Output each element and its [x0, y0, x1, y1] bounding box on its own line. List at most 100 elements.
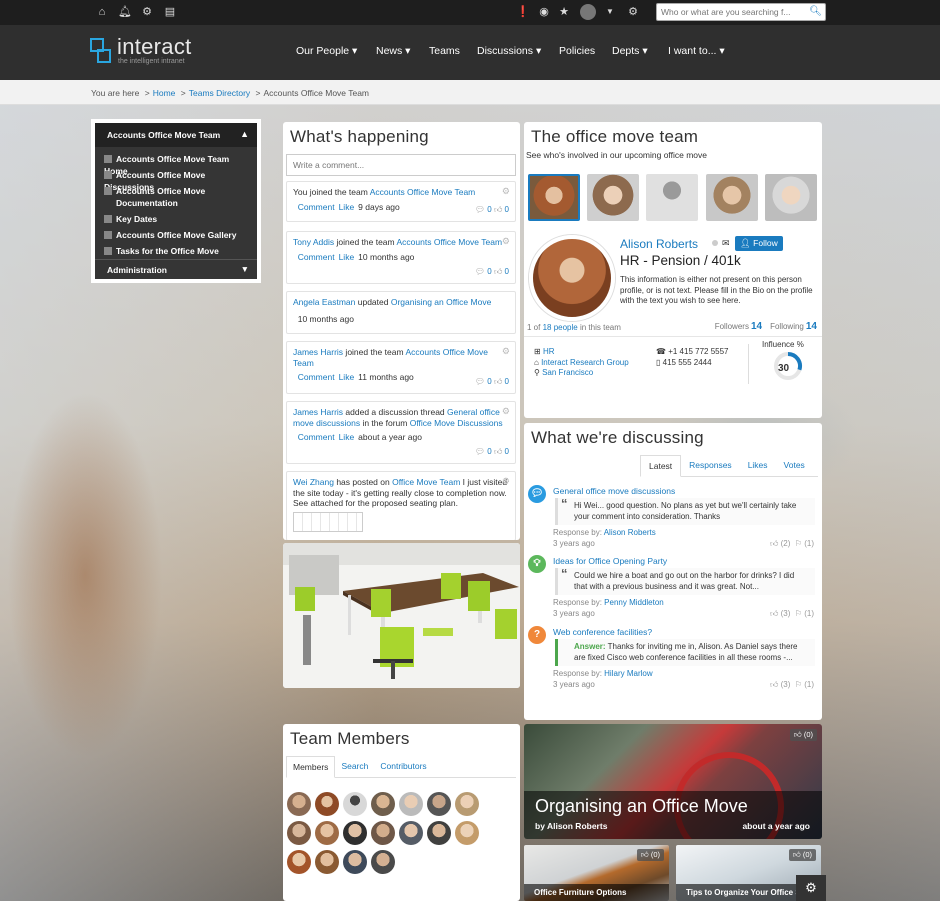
- speech-bubble-icon: [104, 171, 112, 179]
- gear-icon[interactable]: ⚙: [502, 186, 510, 197]
- page-settings-gear-icon[interactable]: ⚙: [796, 875, 826, 901]
- comment-link[interactable]: Comment: [298, 202, 335, 212]
- tab-contributors[interactable]: Contributors: [374, 756, 432, 777]
- avatar[interactable]: [315, 792, 340, 816]
- discussion-title[interactable]: General office move discussions: [553, 486, 675, 496]
- sidebar-administration[interactable]: Administration ▼: [95, 259, 257, 279]
- avatar[interactable]: [455, 821, 480, 845]
- contact-phones: ☎ +1 415 772 5557 ▯ 415 555 2444: [656, 347, 729, 367]
- search-box[interactable]: 🔍︎: [656, 3, 826, 21]
- answer-quote: Answer: Thanks for inviting me in, Aliso…: [555, 639, 815, 666]
- avatar[interactable]: [287, 821, 311, 845]
- like-link[interactable]: Like: [339, 372, 355, 382]
- comment-link[interactable]: Comment: [298, 252, 335, 262]
- like-link[interactable]: Like: [339, 252, 355, 262]
- gear-icon[interactable]: ⚙: [502, 476, 510, 487]
- feature-article-card[interactable]: 👍︎ (0) Organising an Office Move by Alis…: [524, 724, 822, 839]
- profile-avatar[interactable]: [529, 235, 615, 321]
- like-link[interactable]: Like: [339, 432, 355, 442]
- tab-likes[interactable]: Likes: [740, 455, 776, 476]
- avatar[interactable]: [371, 821, 396, 845]
- avatar[interactable]: [287, 792, 311, 816]
- tab-votes[interactable]: Votes: [776, 455, 813, 476]
- discussion-quote: “Hi Wei... good question. No plans as ye…: [555, 497, 815, 525]
- building-icon: ⌂: [534, 357, 539, 367]
- comment-link[interactable]: Comment: [298, 372, 335, 382]
- document-icon[interactable]: ▤: [163, 5, 177, 19]
- nav-policies[interactable]: Policies: [559, 45, 595, 57]
- like-badge[interactable]: 👍︎ (0): [788, 849, 816, 861]
- office-furniture-image[interactable]: [283, 543, 520, 688]
- avatar[interactable]: [343, 850, 368, 874]
- avatar[interactable]: [455, 792, 480, 816]
- feature-title[interactable]: Organising an Office Move: [535, 796, 748, 817]
- team-member-thumbnail[interactable]: [528, 174, 580, 221]
- search-input[interactable]: [657, 4, 802, 20]
- like-badge[interactable]: 👍︎ (0): [636, 849, 664, 861]
- sidebar-item-gallery[interactable]: Accounts Office Move Gallery: [104, 229, 254, 241]
- avatar[interactable]: [343, 821, 368, 845]
- tab-responses[interactable]: Responses: [681, 455, 740, 476]
- home-icon[interactable]: ⌂: [95, 5, 109, 19]
- people-count-link[interactable]: 18 people: [543, 323, 578, 332]
- tab-latest[interactable]: Latest: [640, 455, 682, 477]
- avatar[interactable]: [427, 821, 452, 845]
- calendar-icon: [104, 215, 112, 223]
- avatar[interactable]: [399, 792, 424, 816]
- sidebar-header[interactable]: Accounts Office Move Team ▲: [95, 123, 257, 147]
- chevron-down-icon[interactable]: ▼: [603, 5, 617, 19]
- avatar[interactable]: [427, 792, 452, 816]
- team-member-thumbnail[interactable]: [706, 174, 758, 221]
- sidebar-item-key-dates[interactable]: Key Dates: [104, 213, 254, 225]
- nav-teams[interactable]: Teams: [429, 45, 460, 57]
- discussion-title[interactable]: Web conference facilities?: [553, 627, 652, 637]
- avatar[interactable]: [315, 821, 340, 845]
- gear-icon[interactable]: ⚙: [502, 406, 510, 417]
- gear-icon[interactable]: ⚙: [502, 346, 510, 357]
- nav-our-people[interactable]: Our People ▾: [296, 45, 357, 57]
- team-member-thumbnail[interactable]: [587, 174, 639, 221]
- article-card[interactable]: 👍︎ (0) Office Furniture Options: [524, 845, 669, 901]
- seating-plan-thumbnail[interactable]: [293, 511, 363, 532]
- comment-input[interactable]: Write a comment...: [286, 154, 516, 176]
- team-member-thumbnail[interactable]: [765, 174, 817, 221]
- avatar[interactable]: [399, 821, 424, 845]
- user-avatar[interactable]: [580, 4, 596, 20]
- breadcrumb-home[interactable]: Home: [153, 88, 176, 98]
- avatar[interactable]: [315, 850, 340, 874]
- panel-subtitle: See who's involved in our upcoming offic…: [526, 150, 708, 160]
- sidebar-item-tasks[interactable]: Tasks for the Office Move: [104, 245, 254, 257]
- nav-i-want-to[interactable]: I want to... ▾: [668, 45, 725, 57]
- avatar[interactable]: [371, 850, 396, 874]
- nav-news[interactable]: News ▾: [376, 45, 410, 57]
- tab-members[interactable]: Members: [286, 756, 336, 778]
- tab-search[interactable]: Search: [335, 756, 374, 777]
- avatar[interactable]: [371, 792, 396, 816]
- alert-icon[interactable]: ❗: [516, 5, 530, 19]
- settings-icon[interactable]: ⚙: [140, 5, 154, 19]
- breadcrumb-prefix: You are here: [91, 88, 140, 98]
- comment-link[interactable]: Comment: [298, 432, 335, 442]
- gear-icon[interactable]: ⚙: [502, 236, 510, 247]
- avatar[interactable]: [343, 792, 368, 816]
- search-icon[interactable]: 🔍︎: [809, 6, 822, 17]
- gear-icon[interactable]: ⚙: [626, 5, 640, 19]
- breadcrumb-directory[interactable]: Teams Directory: [189, 88, 250, 98]
- question-icon: ?: [528, 626, 546, 644]
- nav-depts[interactable]: Depts ▾: [612, 45, 648, 57]
- like-link[interactable]: Like: [339, 202, 355, 212]
- bell-icon[interactable]: 🔔︎: [118, 5, 132, 19]
- profile-name[interactable]: Alison Roberts: [620, 237, 698, 251]
- panel-title: What we're discussing: [531, 428, 704, 447]
- discussion-title[interactable]: Ideas for Office Opening Party: [553, 556, 667, 566]
- like-badge[interactable]: 👍︎ (0): [789, 729, 817, 741]
- follow-button[interactable]: 👤︎ Follow: [735, 236, 783, 251]
- team-member-thumbnail[interactable]: [646, 174, 698, 221]
- avatar[interactable]: [287, 850, 311, 874]
- logo[interactable]: interact the intelligent intranet: [90, 34, 210, 70]
- envelope-icon[interactable]: ✉: [722, 238, 730, 249]
- star-icon[interactable]: ★: [557, 5, 571, 19]
- nav-discussions[interactable]: Discussions ▾: [477, 45, 541, 57]
- sidebar-item-documentation[interactable]: Accounts Office Move Documentation: [104, 185, 254, 209]
- eye-icon[interactable]: ◉: [537, 5, 551, 19]
